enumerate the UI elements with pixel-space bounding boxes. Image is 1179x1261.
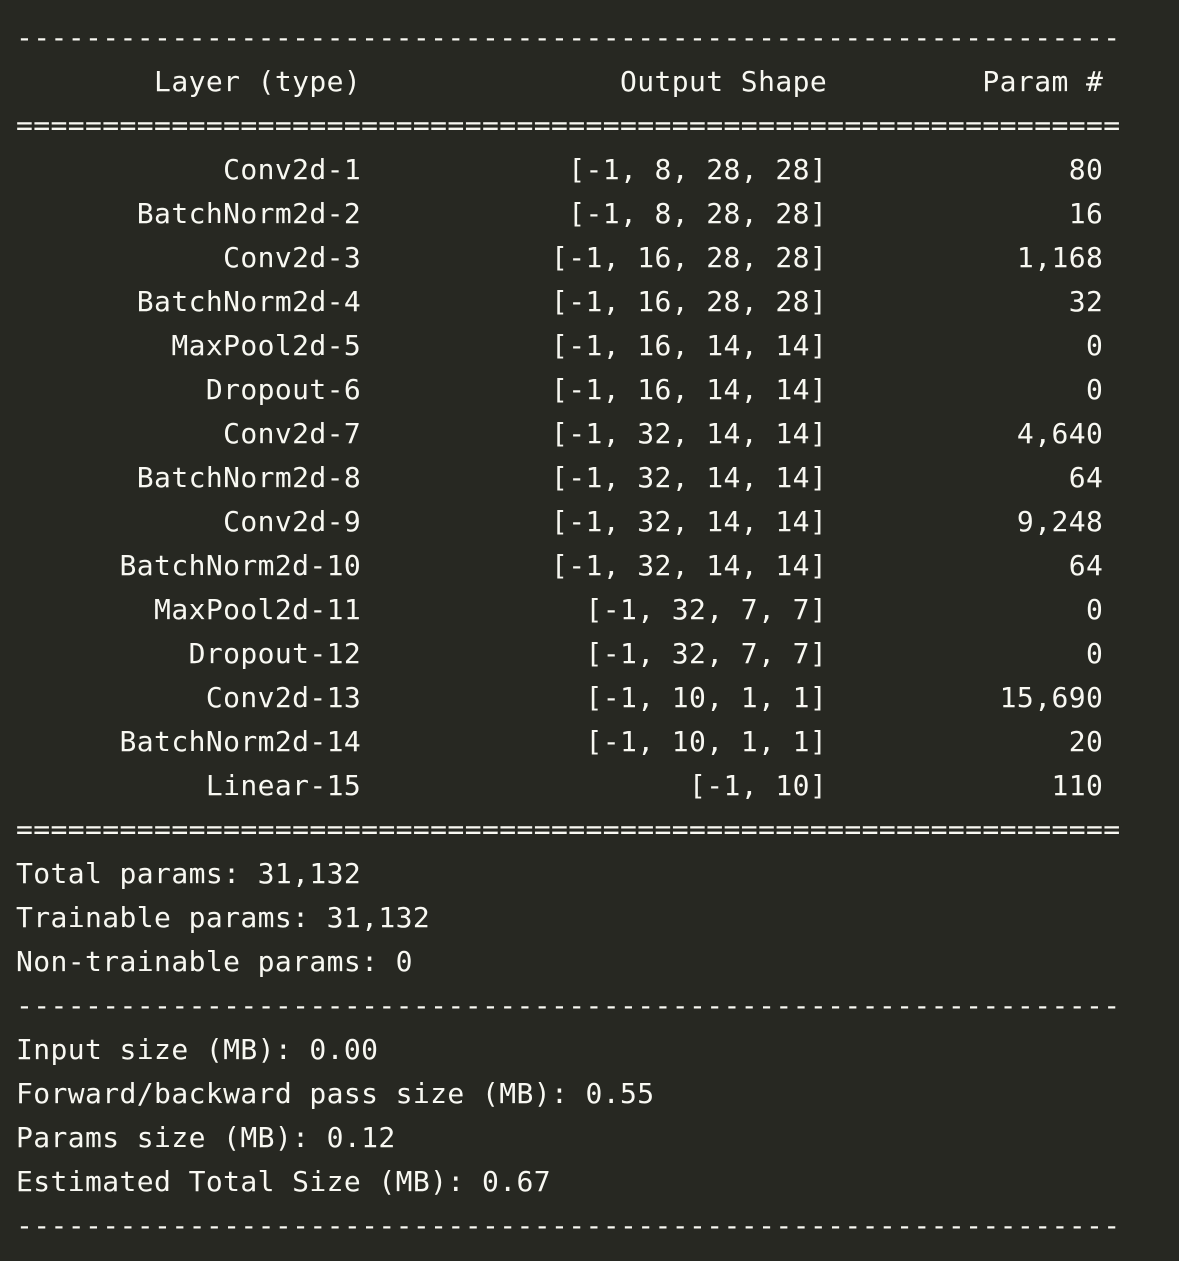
forward-backward-size-line: Forward/backward pass size (MB): 0.55 (16, 1077, 655, 1110)
layer-row-linear-15: Linear-15 [-1, 10] 110 (16, 769, 1104, 802)
input-size-line: Input size (MB): 0.00 (16, 1033, 379, 1066)
layer-row-batchnorm2d-8: BatchNorm2d-8 [-1, 32, 14, 14] 64 (16, 461, 1104, 494)
layer-row-maxpool2d-11: MaxPool2d-11 [-1, 32, 7, 7] 0 (16, 593, 1104, 626)
layer-row-conv2d-1: Conv2d-1 [-1, 8, 28, 28] 80 (16, 153, 1104, 186)
layer-row-batchnorm2d-10: BatchNorm2d-10 [-1, 32, 14, 14] 64 (16, 549, 1104, 582)
size-section-separator: ----------------------------------------… (16, 989, 1121, 1022)
bottom-separator-line: ----------------------------------------… (16, 1209, 1121, 1242)
layer-row-dropout-12: Dropout-12 [-1, 32, 7, 7] 0 (16, 637, 1104, 670)
layer-row-dropout-6: Dropout-6 [-1, 16, 14, 14] 0 (16, 373, 1104, 406)
column-header-row: Layer (type) Output Shape Param # (16, 65, 1104, 98)
header-double-separator: ========================================… (16, 109, 1121, 142)
params-size-line: Params size (MB): 0.12 (16, 1121, 396, 1154)
estimated-total-size-line: Estimated Total Size (MB): 0.67 (16, 1165, 551, 1198)
top-separator-line: ----------------------------------------… (16, 21, 1121, 54)
layer-row-maxpool2d-5: MaxPool2d-5 [-1, 16, 14, 14] 0 (16, 329, 1104, 362)
layer-row-batchnorm2d-14: BatchNorm2d-14 [-1, 10, 1, 1] 20 (16, 725, 1104, 758)
layer-row-batchnorm2d-2: BatchNorm2d-2 [-1, 8, 28, 28] 16 (16, 197, 1104, 230)
trainable-params-line: Trainable params: 31,132 (16, 901, 431, 934)
layer-row-conv2d-9: Conv2d-9 [-1, 32, 14, 14] 9,248 (16, 505, 1104, 538)
layer-row-batchnorm2d-4: BatchNorm2d-4 [-1, 16, 28, 28] 32 (16, 285, 1104, 318)
table-bottom-double-separator: ========================================… (16, 813, 1121, 846)
layer-row-conv2d-13: Conv2d-13 [-1, 10, 1, 1] 15,690 (16, 681, 1104, 714)
total-params-line: Total params: 31,132 (16, 857, 362, 890)
layer-row-conv2d-7: Conv2d-7 [-1, 32, 14, 14] 4,640 (16, 417, 1104, 450)
model-summary-output: ----------------------------------------… (16, 16, 1166, 1248)
layer-row-conv2d-3: Conv2d-3 [-1, 16, 28, 28] 1,168 (16, 241, 1104, 274)
non-trainable-params-line: Non-trainable params: 0 (16, 945, 413, 978)
